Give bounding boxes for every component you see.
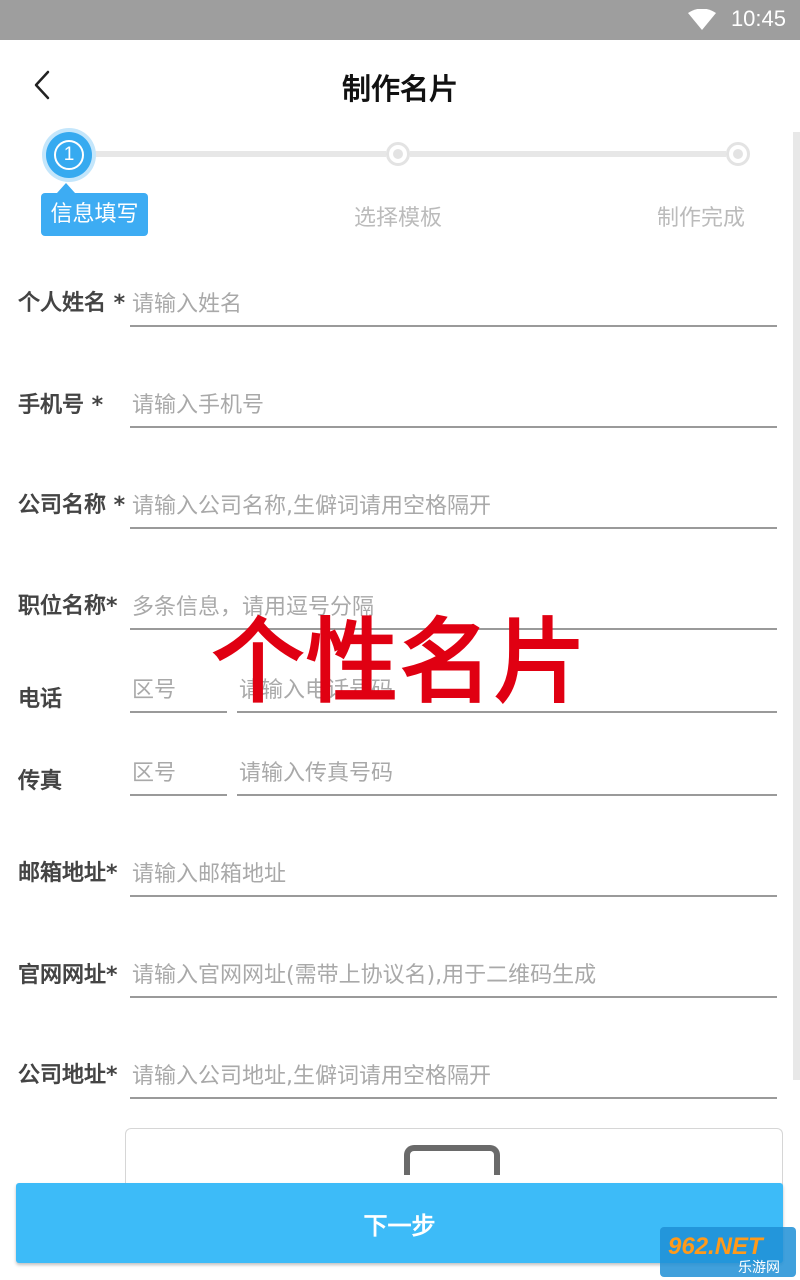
phone-label: 手机号 * [18,393,104,418]
upload-frame-icon [404,1145,500,1175]
name-input[interactable] [130,283,781,325]
step-connector [410,151,726,157]
step-1-indicator: 1 [46,132,92,178]
status-time: 10:45 [730,6,786,31]
app-bar: 制作名片 [0,40,800,132]
company-field [130,485,781,529]
site-logo: 962.NET 乐游网 [660,1227,796,1277]
email-field [130,853,781,897]
website-input[interactable] [130,954,781,996]
company-label: 公司名称 * [18,493,126,518]
scrollbar[interactable] [793,132,800,1080]
position-label: 职位名称* [18,594,118,619]
fax-area-input[interactable] [130,752,231,794]
page-title: 制作名片 [341,72,458,106]
address-label: 公司地址* [18,1063,118,1088]
step-label-done: 制作完成 [657,206,746,231]
address-input[interactable] [130,1055,781,1097]
step-3-indicator [726,142,750,166]
email-label: 邮箱地址* [18,861,118,886]
company-input[interactable] [130,485,781,527]
tel-label: 电话 [18,687,63,712]
fax-label: 传真 [18,769,63,794]
phone-input[interactable] [130,384,781,426]
name-field [130,283,781,327]
upload-area[interactable] [125,1128,783,1189]
fax-area-field [130,752,231,796]
status-bar: 10:45 [0,0,800,40]
website-label: 官网网址* [18,963,118,988]
svg-text:乐游网: 乐游网 [738,1260,780,1276]
address-field [130,1055,781,1099]
step-2-indicator [386,142,410,166]
website-field [130,954,781,998]
wifi-icon [688,9,716,30]
name-label: 个人姓名 * [18,291,126,316]
watermark-text: 个性名片 [212,609,589,716]
step-label-info: 信息填写 [41,183,148,236]
step-label-template: 选择模板 [354,206,443,231]
phone-field [130,384,781,428]
email-input[interactable] [130,853,781,895]
fax-number-field [237,752,781,796]
svg-text:962.NET: 962.NET [668,1233,765,1260]
fax-number-input[interactable] [237,752,781,794]
step-connector [92,151,386,157]
